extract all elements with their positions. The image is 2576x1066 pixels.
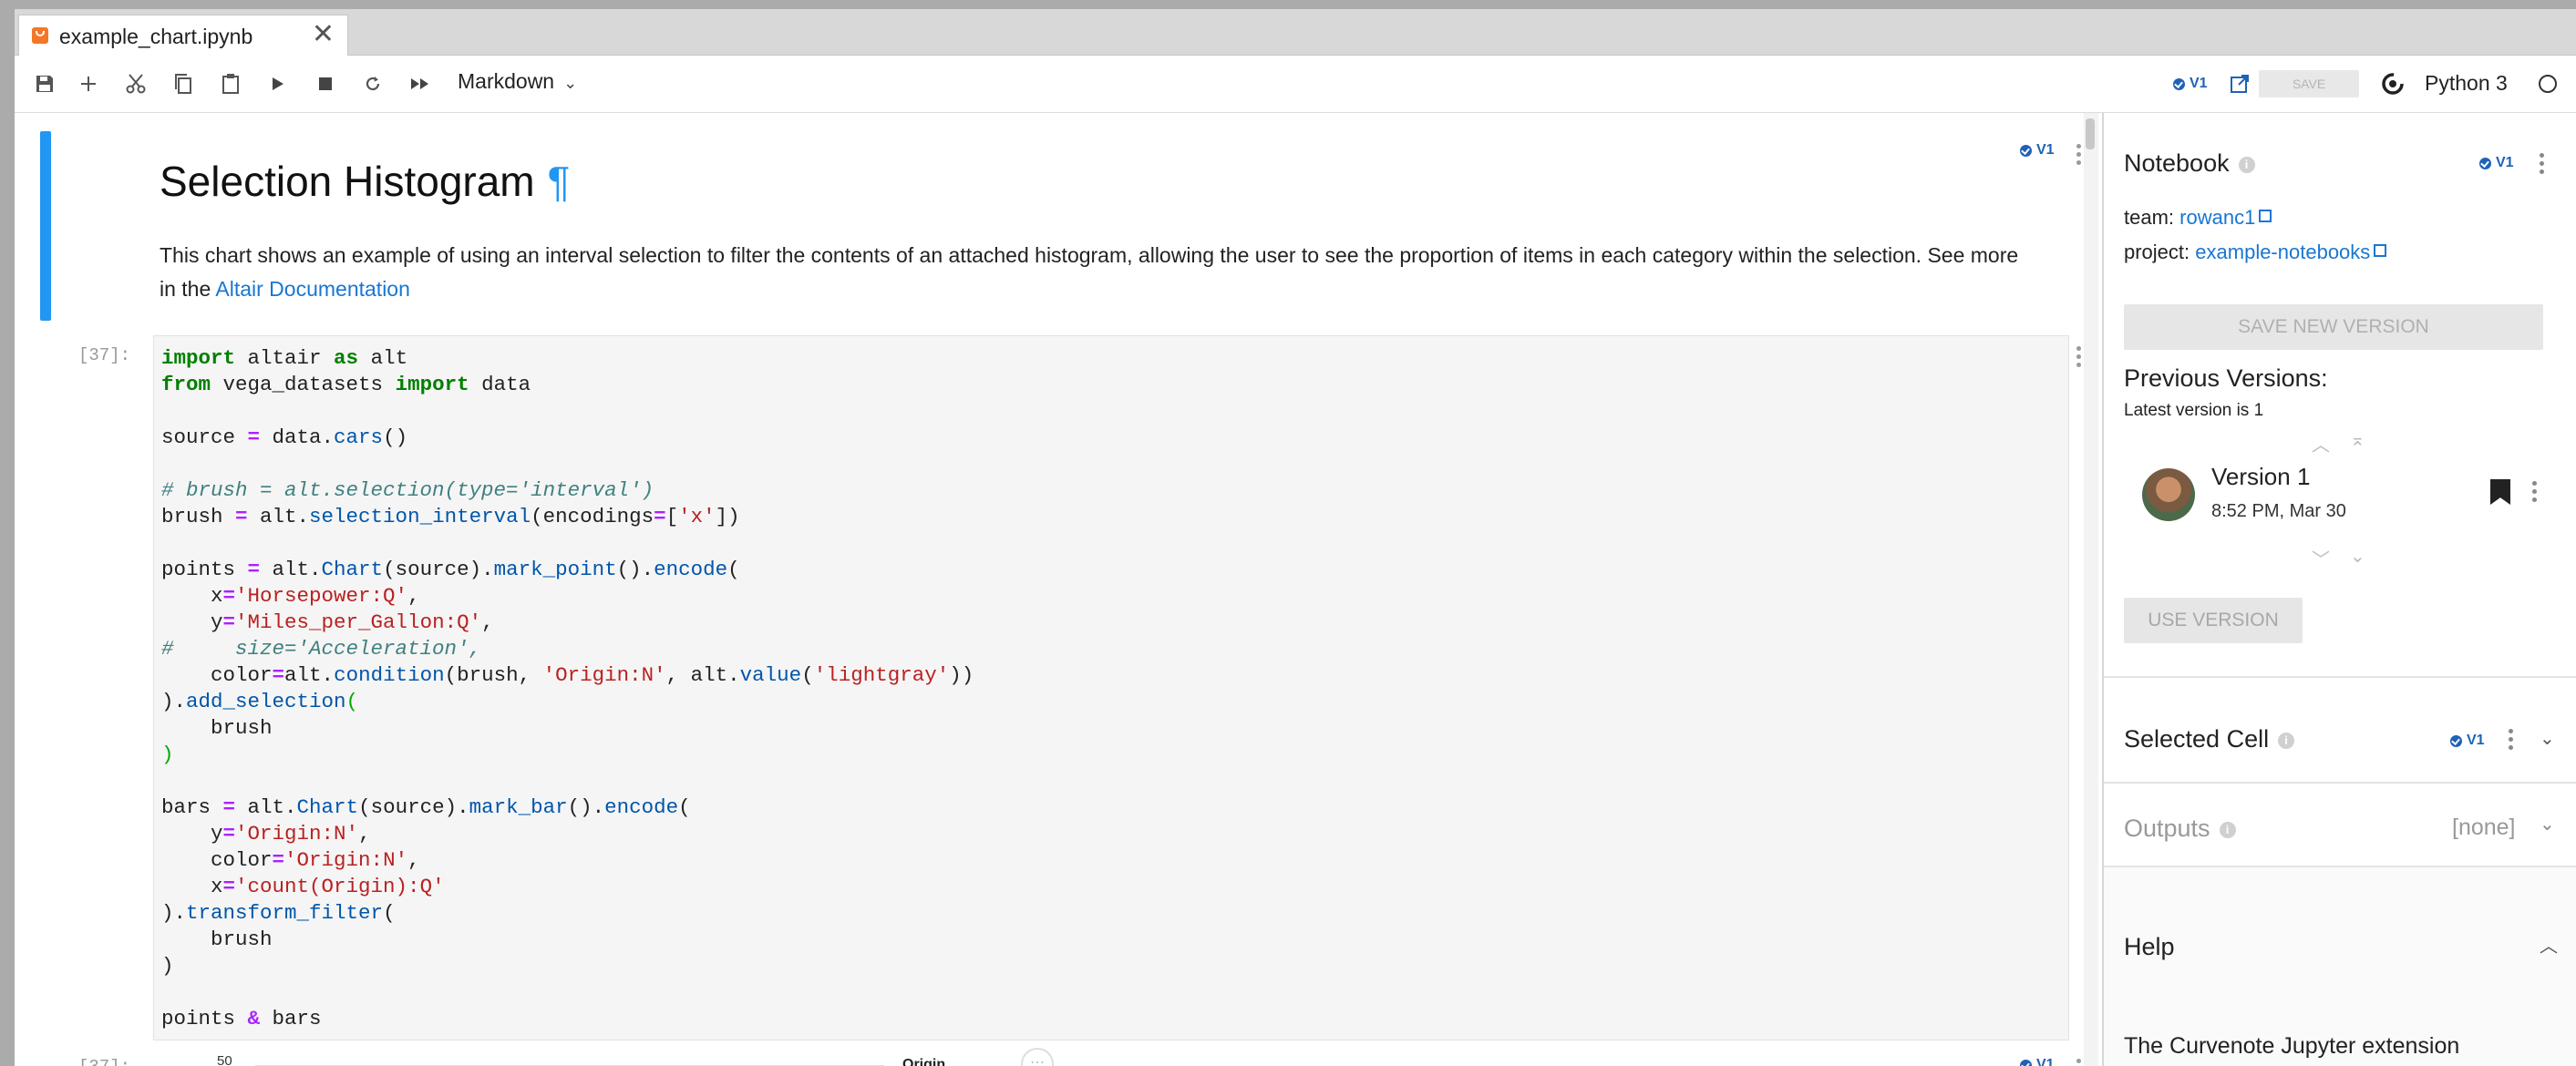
chevron-down-icon: ⌄	[563, 74, 578, 92]
cell-type-dropdown[interactable]: Markdown ⌄	[458, 69, 577, 94]
open-external-icon[interactable]	[2226, 56, 2253, 112]
cell-paragraph: This chart shows an example of using an …	[160, 243, 2019, 301]
chevron-double-up-icon[interactable]: ⌅	[2350, 428, 2365, 451]
section-divider	[2104, 782, 2576, 784]
help-text: The Curvenote Jupyter extension	[2124, 1033, 2460, 1059]
project-line: project: example-notebooks	[2124, 241, 2387, 264]
use-version-button[interactable]: USE VERSION	[2124, 598, 2303, 643]
notebook-tab[interactable]: example_chart.ipynb ✕	[18, 15, 348, 56]
scrollbar-thumb[interactable]	[2086, 118, 2095, 149]
run-icon[interactable]	[264, 56, 292, 112]
close-icon[interactable]: ✕	[312, 21, 335, 48]
save-icon[interactable]	[31, 56, 58, 112]
notebook-icon	[32, 27, 48, 44]
save-new-version-button[interactable]: SAVE NEW VERSION	[2124, 304, 2543, 350]
chevron-up-icon[interactable]: ︿	[2312, 430, 2330, 456]
version-name[interactable]: Version 1	[2211, 463, 2310, 491]
tab-title: example_chart.ipynb	[59, 25, 253, 48]
notebook-toolbar: Markdown ⌄ V1 SAVE Python 3	[15, 56, 2576, 113]
copy-icon[interactable]	[170, 56, 197, 112]
cell-menu-icon[interactable]	[2076, 1059, 2082, 1066]
notebook-version-badge[interactable]: V1	[2479, 155, 2514, 171]
outputs-value: [none]	[2452, 815, 2516, 840]
notebook-menu-icon[interactable]	[2540, 153, 2545, 178]
notebook-section-heading: Notebook i	[2124, 149, 2255, 178]
fast-forward-icon[interactable]	[407, 56, 434, 112]
check-icon	[2479, 157, 2491, 169]
chevron-down-icon[interactable]: ⌄	[2540, 727, 2555, 750]
jupyter-app: example_chart.ipynb ✕ Markdown ⌄ V1 SAVE…	[15, 9, 2576, 1066]
code-cell-prompt: [37]:	[78, 345, 131, 365]
chevron-down-icon[interactable]: ﹀	[2312, 545, 2330, 571]
notebook-scrollbar[interactable]	[2084, 113, 2098, 1066]
check-icon	[2173, 77, 2185, 90]
chevron-up-icon[interactable]: ︿	[2540, 931, 2558, 958]
active-cell-indicator	[40, 131, 51, 321]
save-version-button[interactable]: SAVE	[2259, 70, 2359, 97]
previous-versions-heading: Previous Versions:	[2124, 364, 2328, 392]
info-icon[interactable]: i	[2219, 821, 2236, 838]
altair-docs-link[interactable]: Altair Documentation	[215, 277, 410, 301]
latest-version-text: Latest version is 1	[2124, 401, 2264, 420]
selected-cell-version-badge[interactable]: V1	[2450, 733, 2485, 749]
axis-tick-label: 50	[217, 1053, 232, 1066]
info-icon[interactable]: i	[2238, 156, 2255, 173]
code-editor[interactable]: import altair as alt from vega_datasets …	[153, 335, 2069, 1040]
stop-icon[interactable]	[312, 56, 339, 112]
info-icon[interactable]: i	[2278, 732, 2295, 749]
notebook-panel: Selection Histogram ¶ This chart shows an…	[15, 113, 2098, 1066]
help-heading[interactable]: Help	[2124, 933, 2175, 961]
kernel-name[interactable]: Python 3	[2425, 71, 2508, 96]
anchor-link[interactable]: ¶	[548, 158, 571, 205]
check-icon	[2020, 144, 2032, 157]
code-text: import altair as alt from vega_datasets …	[161, 346, 974, 1030]
cell-heading: Selection Histogram ¶	[160, 158, 571, 205]
version-badge[interactable]: V1	[2173, 76, 2208, 92]
legend-title: Origin	[902, 1057, 946, 1066]
team-link[interactable]: rowanc1	[2179, 206, 2255, 229]
external-link-icon[interactable]	[2259, 210, 2272, 222]
kernel-status-icon	[2534, 56, 2561, 112]
section-divider	[2104, 676, 2576, 678]
avatar	[2142, 468, 2195, 521]
add-cell-icon[interactable]	[75, 56, 102, 112]
check-icon	[2450, 734, 2462, 747]
curvenote-icon[interactable]	[2377, 56, 2408, 112]
cell-menu-icon[interactable]	[2076, 346, 2082, 371]
selected-cell-heading[interactable]: Selected Cell i	[2124, 725, 2295, 753]
project-link[interactable]: example-notebooks	[2195, 241, 2370, 263]
selected-cell-menu-icon[interactable]	[2509, 729, 2514, 753]
chart-actions-icon[interactable]: ⋯	[1021, 1048, 1054, 1066]
version-menu-icon[interactable]	[2532, 481, 2538, 506]
cell-version-badge[interactable]: V1	[2020, 142, 2055, 159]
external-link-icon[interactable]	[2374, 244, 2387, 257]
team-line: team: rowanc1	[2124, 206, 2272, 230]
paste-icon[interactable]	[217, 56, 244, 112]
restart-icon[interactable]	[359, 56, 386, 112]
output-cell-version-badge[interactable]: V1	[2020, 1057, 2055, 1066]
cell-type-value: Markdown	[458, 69, 555, 93]
curvenote-panel: Notebook i V1 team: rowanc1 project: exam…	[2102, 113, 2576, 1066]
version-time: 8:52 PM, Mar 30	[2211, 501, 2346, 521]
cell-menu-icon[interactable]	[2076, 144, 2082, 169]
cut-icon[interactable]	[122, 56, 149, 112]
bookmark-icon[interactable]	[2490, 479, 2510, 505]
tab-bar: example_chart.ipynb ✕	[15, 9, 2576, 56]
check-icon	[2020, 1059, 2032, 1066]
chevron-down-icon[interactable]: ⌄	[2540, 813, 2555, 835]
chevron-double-down-icon[interactable]: ⌄	[2350, 545, 2365, 568]
outputs-heading[interactable]: Outputs i	[2124, 815, 2236, 843]
output-cell-prompt: [37]:	[78, 1057, 130, 1066]
